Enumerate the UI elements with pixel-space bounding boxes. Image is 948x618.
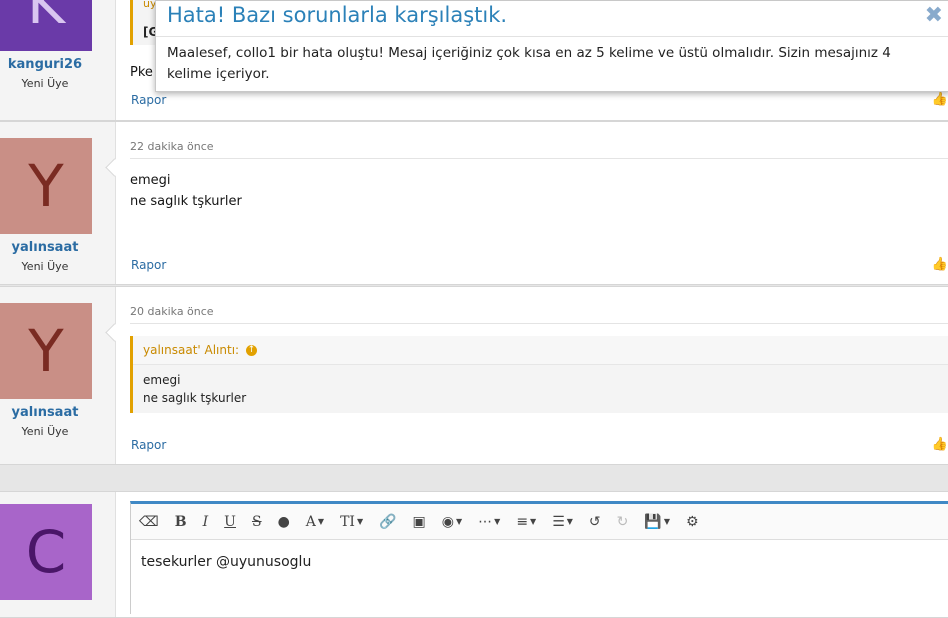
report-link[interactable]: Rapor — [131, 438, 166, 452]
report-link[interactable]: Rapor — [131, 93, 166, 107]
username[interactable]: yalınsaat — [0, 240, 90, 255]
error-notice: Hata! Bazı sorunlarla karşılaştık. ✖ Maa… — [155, 0, 948, 92]
reply-editor[interactable]: ⌫ B I U S ● A ▼ TI ▼ 🔗 ▣ ◉ ▼ ⋯ ▼ ≡ ▼ ☰ ▼ ↺ ↻ 💾… — [130, 501, 948, 614]
quote-header[interactable]: yalınsaat' Alıntı: ↑ — [133, 336, 948, 364]
avatar[interactable]: C — [0, 504, 92, 600]
chevron-down-icon: ▼ — [494, 517, 501, 526]
notice-title: Hata! Bazı sorunlarla karşılaştık. — [167, 3, 508, 27]
post-content: 22 dakika önce emegi ne saglık tşkurler … — [116, 122, 948, 284]
italic-button[interactable]: I — [203, 514, 209, 530]
font-color-label: A — [305, 513, 316, 530]
like-icon[interactable]: 👍 — [932, 437, 948, 452]
divider — [130, 323, 948, 324]
bold-button[interactable]: B — [175, 514, 187, 530]
post-date: 22 dakika önce — [130, 140, 214, 153]
more-icon[interactable]: ⋯ ▼ — [478, 514, 500, 530]
user-role: Yeni Üye — [21, 425, 69, 438]
post-message: emegi ne saglık tşkurler — [130, 170, 242, 212]
editor-text[interactable]: tesekurler @uyunusoglu — [131, 540, 948, 584]
image-icon[interactable]: ▣ — [413, 514, 426, 530]
divider — [130, 158, 948, 159]
user-role: Yeni Üye — [21, 77, 69, 90]
quote-line: emegi — [143, 373, 181, 387]
link-icon[interactable]: 🔗 — [379, 514, 396, 530]
close-icon[interactable]: ✖ — [925, 3, 943, 28]
message-line: emegi — [130, 173, 171, 188]
username[interactable]: yalınsaat — [0, 405, 90, 420]
post-message: Pke — [130, 65, 153, 80]
avatar[interactable]: K — [0, 0, 92, 51]
post-user-column: Y yalınsaat Yeni Üye — [0, 287, 116, 464]
quote-line: ne saglık tşkurler — [143, 391, 247, 405]
post-2: Y yalınsaat Yeni Üye 22 dakika önce emeg… — [0, 121, 948, 285]
quote-body: emegi ne saglık tşkurler — [133, 364, 948, 413]
list-icon[interactable]: ☰ ▼ — [552, 514, 573, 530]
post-user-column: K kanguri26 Yeni Üye — [0, 0, 116, 120]
font-color-button[interactable]: A ▼ — [306, 514, 324, 530]
chevron-down-icon: ▼ — [356, 517, 364, 526]
quote-block: yalınsaat' Alıntı: ↑ emegi ne saglık tşk… — [130, 336, 948, 413]
strikethrough-button[interactable]: S — [252, 514, 262, 530]
username[interactable]: kanguri26 — [0, 57, 90, 72]
undo-icon[interactable]: ↺ — [589, 514, 601, 530]
post-user-column: Y yalınsaat Yeni Üye — [0, 122, 116, 284]
eraser-icon[interactable]: ⌫ — [139, 514, 159, 530]
like-icon[interactable]: 👍 — [932, 257, 948, 272]
chevron-down-icon: ▼ — [317, 517, 325, 526]
chevron-down-icon: ▼ — [456, 517, 463, 526]
post-user-column: C — [0, 492, 116, 617]
chevron-down-icon: ▼ — [566, 517, 573, 526]
save-draft-icon[interactable]: 💾 ▼ — [644, 514, 670, 530]
chevron-down-icon: ▼ — [663, 517, 670, 526]
avatar[interactable]: Y — [0, 303, 92, 399]
color-drop-icon[interactable]: ● — [278, 514, 290, 530]
arrow-up-circle-icon[interactable]: ↑ — [245, 345, 257, 356]
report-link[interactable]: Rapor — [131, 258, 166, 272]
font-size-label: TI — [340, 513, 355, 530]
redo-icon[interactable]: ↻ — [617, 514, 629, 530]
post-content: 20 dakika önce yalınsaat' Alıntı: ↑ emeg… — [116, 287, 948, 464]
avatar[interactable]: Y — [0, 138, 92, 234]
post-3: Y yalınsaat Yeni Üye 20 dakika önce yalı… — [0, 286, 948, 465]
hide-icon[interactable]: ◉ ▼ — [442, 514, 462, 530]
editor-toolbar: ⌫ B I U S ● A ▼ TI ▼ 🔗 ▣ ◉ ▼ ⋯ ▼ ≡ ▼ ☰ ▼ ↺ ↻ 💾… — [131, 504, 948, 540]
notice-message: Maalesef, collo1 bir hata oluştu! Mesaj … — [167, 45, 891, 82]
align-icon[interactable]: ≡ ▼ — [516, 514, 536, 530]
gear-icon[interactable]: ⚙ — [686, 514, 699, 530]
divider — [156, 36, 948, 37]
like-icon[interactable]: 👍 — [932, 92, 948, 107]
font-size-button[interactable]: TI ▼ — [340, 514, 363, 530]
post-date: 20 dakika önce — [130, 305, 214, 318]
quote-author[interactable]: yalınsaat' Alıntı: — [143, 343, 239, 357]
underline-button[interactable]: U — [224, 514, 236, 530]
chevron-down-icon: ▼ — [530, 517, 537, 526]
user-role: Yeni Üye — [21, 260, 69, 273]
message-line: ne saglık tşkurler — [130, 194, 242, 209]
